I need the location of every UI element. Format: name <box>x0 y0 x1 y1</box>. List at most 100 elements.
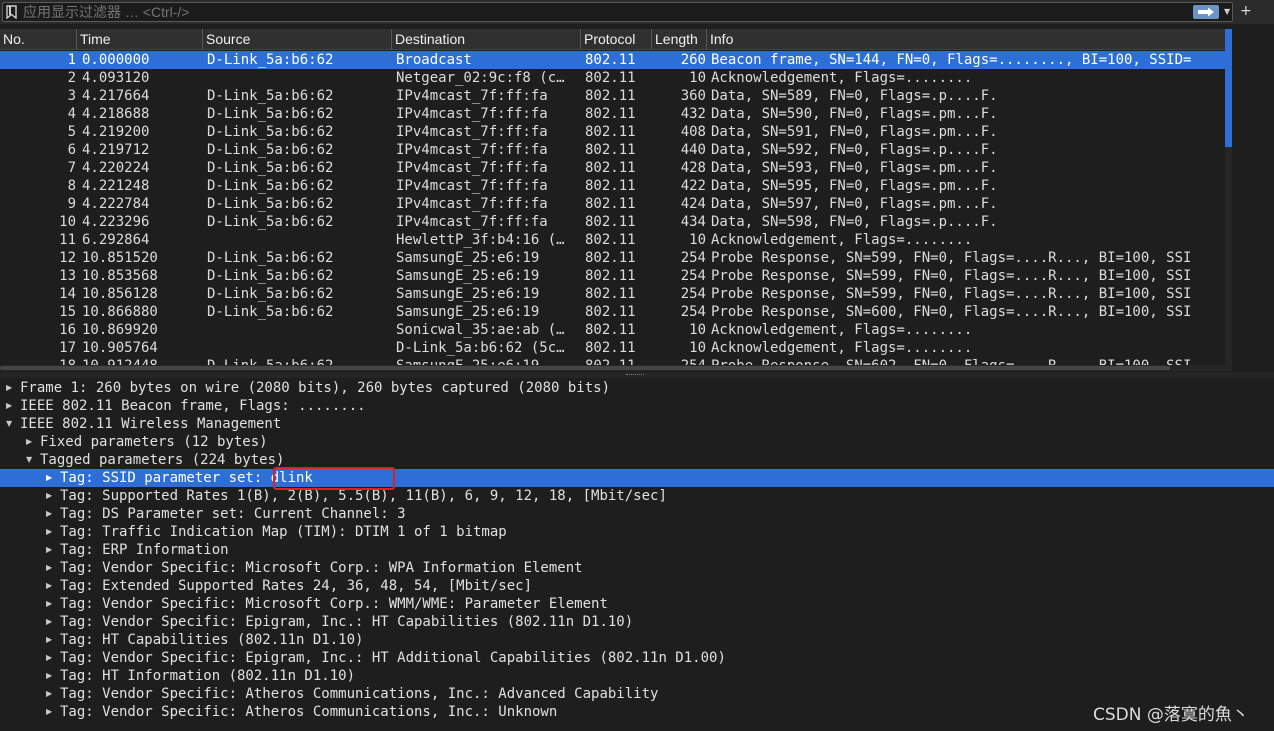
packet-row[interactable]: 2 4.093120 Netgear_02:9c:f8 (c… 802.11 10 Ack… <box>0 69 1232 87</box>
chevron-down-icon[interactable]: ▼ <box>1224 6 1234 18</box>
details-tree-item[interactable]: ▶ Tag: Traffic Indication Map (TIM): DTIM… <box>0 523 1274 541</box>
packet-no-cell: 6 <box>67 142 76 158</box>
packet-row[interactable]: 8 4.221248 D-Link_5a:b6:62 IPv4mcast_7f:ff:… <box>0 177 1232 195</box>
triangle-right-icon[interactable]: ▶ <box>46 649 56 667</box>
packet-no-cell: 17 <box>59 340 76 356</box>
packet-row[interactable]: 4 4.218688 D-Link_5a:b6:62 IPv4mcast_7f:ff:… <box>0 105 1232 123</box>
packet-row[interactable]: 13 10.853568 D-Link_5a:b6:62 SamsungE_25:e6… <box>0 267 1232 285</box>
packet-row[interactable]: 15 10.866880 D-Link_5a:b6:62 SamsungE_25:e6… <box>0 303 1232 321</box>
packet-row[interactable]: 9 4.222784 D-Link_5a:b6:62 IPv4mcast_7f:ff:… <box>0 195 1232 213</box>
packet-source-cell: D-Link_5a:b6:62 <box>207 286 334 302</box>
column-header-time[interactable]: Time <box>76 29 202 50</box>
packet-time-cell: 4.223296 <box>82 214 150 230</box>
details-tree-item[interactable]: ▶ Tag: DS Parameter set: Current Channel:… <box>0 505 1274 523</box>
details-tree-item[interactable]: ▶ Tag: Vendor Specific: Microsoft Corp.: … <box>0 559 1274 577</box>
details-tree-item[interactable]: ▶ Tag: SSID parameter set: dlink <box>0 469 1274 487</box>
bookmark-icon[interactable] <box>6 5 17 19</box>
triangle-right-icon[interactable]: ▶ <box>46 559 56 577</box>
details-tree-label: IEEE 802.11 Beacon frame, Flags: .......… <box>20 398 366 414</box>
details-tree-item[interactable]: ▶ Tag: HT Capabilities (802.11n D1.10) <box>0 631 1274 649</box>
packet-no-cell: 3 <box>67 88 76 104</box>
triangle-right-icon[interactable]: ▶ <box>46 523 56 541</box>
triangle-right-icon[interactable]: ▶ <box>46 505 56 523</box>
packet-row[interactable]: 6 4.219712 D-Link_5a:b6:62 IPv4mcast_7f:ff:… <box>0 141 1232 159</box>
packet-destination-cell: D-Link_5a:b6:62 (5c… <box>396 340 565 356</box>
column-header-length[interactable]: Length <box>651 29 706 50</box>
packet-destination-cell: Sonicwal_35:ae:ab (… <box>396 322 565 338</box>
packet-length-cell: 408 <box>680 124 706 140</box>
packet-row[interactable]: 17 10.905764 D-Link_5a:b6:62 (5c… 802.11 10 A… <box>0 339 1232 357</box>
packet-row[interactable]: 5 4.219200 D-Link_5a:b6:62 IPv4mcast_7f:ff:… <box>0 123 1232 141</box>
details-tree-label: Tag: DS Parameter set: Current Channel: … <box>60 506 406 522</box>
display-filter-field[interactable]: ▼ <box>2 2 1233 22</box>
details-tree-item[interactable]: ▶ IEEE 802.11 Beacon frame, Flags: ......… <box>0 397 1274 415</box>
packet-protocol-cell: 802.11 <box>585 340 636 356</box>
details-tree-label: Fixed parameters (12 bytes) <box>40 434 268 450</box>
details-tree-item[interactable]: ▼ Tagged parameters (224 bytes) <box>0 451 1274 469</box>
packet-row[interactable]: 11 6.292864 HewlettP_3f:b4:16 (… 802.11 10 Ac… <box>0 231 1232 249</box>
triangle-right-icon[interactable]: ▶ <box>6 397 16 415</box>
packet-protocol-cell: 802.11 <box>585 160 636 176</box>
details-tree-item[interactable]: ▶ Tag: Vendor Specific: Microsoft Corp.: … <box>0 595 1274 613</box>
triangle-down-icon[interactable]: ▼ <box>26 451 36 469</box>
triangle-right-icon[interactable]: ▶ <box>46 631 56 649</box>
details-tree-item[interactable]: ▶ Frame 1: 260 bytes on wire (2080 bits),… <box>0 379 1274 397</box>
packet-row[interactable]: 12 10.851520 D-Link_5a:b6:62 SamsungE_25:e6… <box>0 249 1232 267</box>
triangle-right-icon[interactable]: ▶ <box>46 541 56 559</box>
triangle-right-icon[interactable]: ▶ <box>46 487 56 505</box>
details-tree-item[interactable]: ▶ Tag: ERP Information <box>0 541 1274 559</box>
packet-row[interactable]: 14 10.856128 D-Link_5a:b6:62 SamsungE_25:e6… <box>0 285 1232 303</box>
triangle-right-icon[interactable]: ▶ <box>6 379 16 397</box>
display-filter-input[interactable] <box>23 4 1183 20</box>
packet-info-cell: Acknowledgement, Flags=........ <box>711 322 973 338</box>
packet-row[interactable]: 3 4.217664 D-Link_5a:b6:62 IPv4mcast_7f:ff:… <box>0 87 1232 105</box>
packet-time-cell: 10.866880 <box>82 304 158 320</box>
triangle-right-icon[interactable]: ▶ <box>46 685 56 703</box>
packet-no-cell: 8 <box>67 178 76 194</box>
packet-info-cell: Data, SN=595, FN=0, Flags=.pm...F. <box>711 178 998 194</box>
column-header-no[interactable]: No. <box>0 29 76 50</box>
triangle-right-icon[interactable]: ▶ <box>46 667 56 685</box>
column-header-destination[interactable]: Destination <box>391 29 580 50</box>
details-tree-label: IEEE 802.11 Wireless Management <box>20 416 282 432</box>
packet-list-scroll-thumb[interactable] <box>1225 29 1232 147</box>
packet-row[interactable]: 7 4.220224 D-Link_5a:b6:62 IPv4mcast_7f:ff:… <box>0 159 1232 177</box>
triangle-down-icon[interactable]: ▼ <box>6 415 16 433</box>
column-header-info[interactable]: Info <box>706 29 1232 50</box>
add-filter-button[interactable]: + <box>1240 2 1252 20</box>
triangle-right-icon[interactable]: ▶ <box>46 577 56 595</box>
packet-row[interactable]: 1 0.000000 D-Link_5a:b6:62 Broadcast 802.11 2… <box>0 51 1232 69</box>
packet-source-cell: D-Link_5a:b6:62 <box>207 268 334 284</box>
details-tree-item[interactable]: ▶ Tag: Vendor Specific: Atheros Communica… <box>0 685 1274 703</box>
triangle-right-icon[interactable]: ▶ <box>46 595 56 613</box>
packet-list-horizontal-scroll-thumb[interactable] <box>0 366 1170 370</box>
packet-source-cell: D-Link_5a:b6:62 <box>207 124 334 140</box>
triangle-right-icon[interactable]: ▶ <box>46 469 56 487</box>
details-tree-item[interactable]: ▼ IEEE 802.11 Wireless Management <box>0 415 1274 433</box>
packet-row[interactable]: 16 10.869920 Sonicwal_35:ae:ab (… 802.11 10 A… <box>0 321 1232 339</box>
packet-length-cell: 10 <box>689 322 706 338</box>
packet-list[interactable]: No. Time Source Destination Protocol Len… <box>0 29 1232 368</box>
details-tree-label: Tag: Vendor Specific: Microsoft Corp.: W… <box>60 560 583 576</box>
packet-details-tree[interactable]: ▶ Frame 1: 260 bytes on wire (2080 bits),… <box>0 379 1274 731</box>
details-tree-item[interactable]: ▶ Tag: Vendor Specific: Atheros Communica… <box>0 703 1274 721</box>
details-tree-item[interactable]: ▶ Tag: Supported Rates 1(B), 2(B), 5.5(B)… <box>0 487 1274 505</box>
triangle-right-icon[interactable]: ▶ <box>46 703 56 721</box>
triangle-right-icon[interactable]: ▶ <box>26 433 36 451</box>
details-tree-item[interactable]: ▶ Tag: Extended Supported Rates 24, 36, 4… <box>0 577 1274 595</box>
column-header-source[interactable]: Source <box>202 29 391 50</box>
details-tree-item[interactable]: ▶ Fixed parameters (12 bytes) <box>0 433 1274 451</box>
packet-info-cell: Data, SN=598, FN=0, Flags=.p....F. <box>711 214 998 230</box>
packet-destination-cell: IPv4mcast_7f:ff:fa <box>396 142 548 158</box>
triangle-right-icon[interactable]: ▶ <box>46 613 56 631</box>
apply-filter-button[interactable] <box>1193 5 1219 19</box>
packet-no-cell: 7 <box>67 160 76 176</box>
details-tree-item[interactable]: ▶ Tag: Vendor Specific: Epigram, Inc.: HT… <box>0 649 1274 667</box>
column-header-protocol[interactable]: Protocol <box>580 29 651 50</box>
packet-protocol-cell: 802.11 <box>585 52 636 68</box>
packet-row[interactable]: 10 4.223296 D-Link_5a:b6:62 IPv4mcast_7f:ff… <box>0 213 1232 231</box>
details-tree-item[interactable]: ▶ Tag: HT Information (802.11n D1.10) <box>0 667 1274 685</box>
packet-time-cell: 4.217664 <box>82 88 150 104</box>
details-tree-item[interactable]: ▶ Tag: Vendor Specific: Epigram, Inc.: HT… <box>0 613 1274 631</box>
packet-no-cell: 14 <box>59 286 76 302</box>
